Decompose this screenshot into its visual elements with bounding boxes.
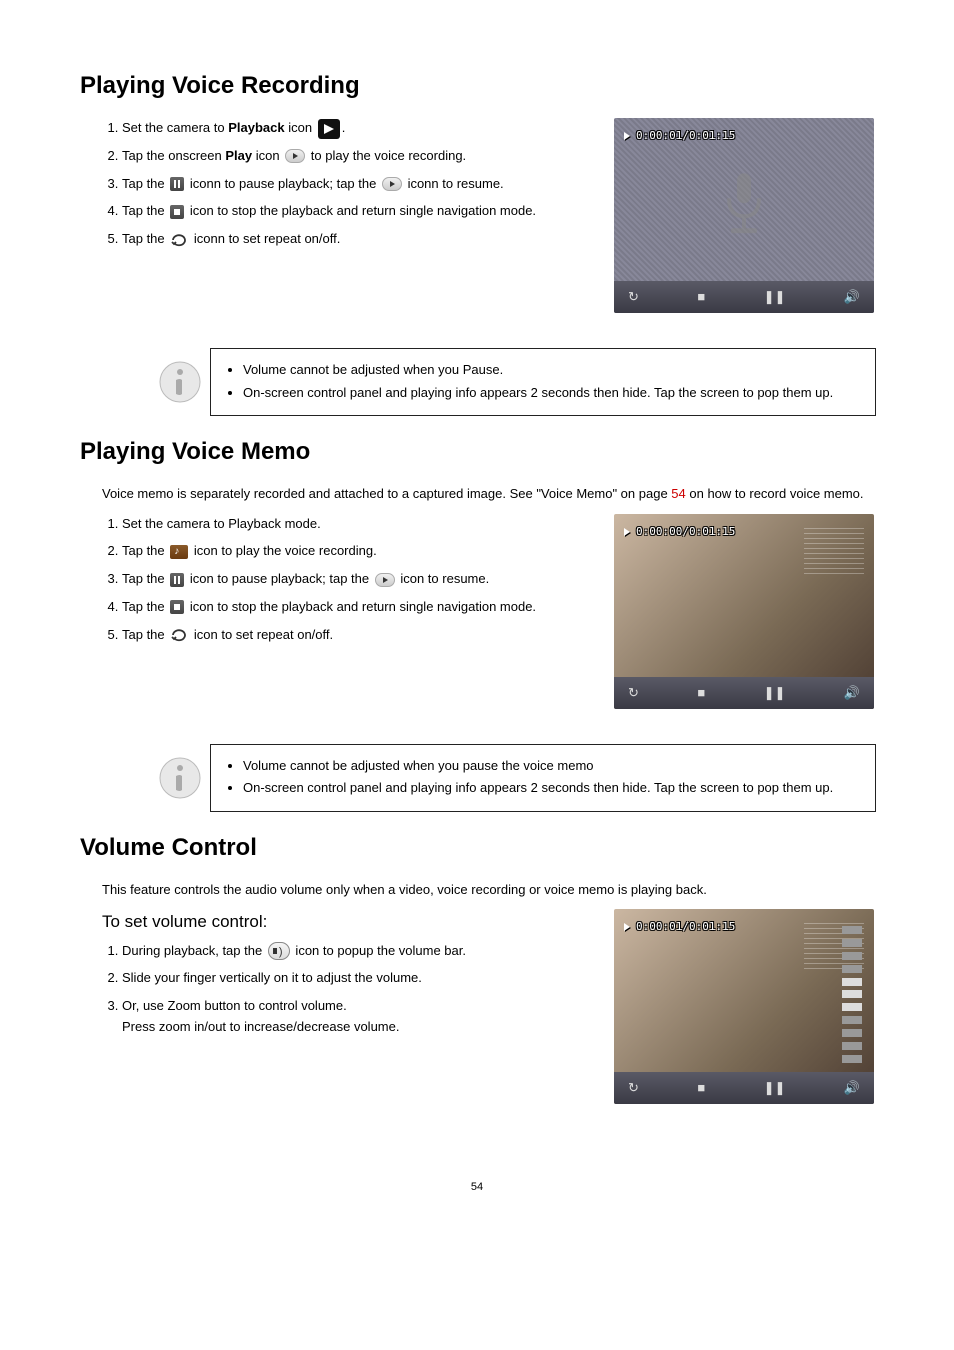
repeat-icon: ↻	[628, 287, 639, 307]
page-link[interactable]: 54	[671, 486, 685, 501]
heading-volume-control: Volume Control	[80, 830, 874, 866]
step-4: Tap the icon to stop the playback and re…	[122, 597, 572, 618]
playback-time: 0:00:01/0:01:15	[624, 919, 735, 936]
step-3: Tap the icon to pause playback; tap the …	[122, 569, 572, 590]
stop-icon: ■	[697, 1078, 705, 1098]
play-icon	[382, 177, 402, 191]
screenshot-voice-memo: 0:00:00/0:01:15 ↻ ■ ❚❚ 🔊	[614, 514, 874, 709]
stop-icon	[170, 600, 184, 614]
step-2: Tap the icon to play the voice recording…	[122, 541, 572, 562]
note-voice-recording: Volume cannot be adjusted when you Pause…	[150, 348, 876, 416]
steps-voice-memo: Set the camera to Playback mode. Tap the…	[102, 514, 572, 646]
volume-slider	[842, 921, 862, 1068]
screenshot-voice-recording: 0:00:01/0:01:15 ↻ ■ ❚❚ 🔊	[614, 118, 874, 313]
pause-icon	[170, 177, 184, 191]
microphone-graphic-icon	[719, 168, 769, 244]
step-1: During playback, tap the icon to popup t…	[122, 941, 572, 962]
heading-voice-memo: Playing Voice Memo	[80, 434, 874, 470]
info-icon	[150, 744, 210, 812]
screenshot-volume-control: 0:00:01/0:01:15 ↻ ■ ❚❚ 🔊	[614, 909, 874, 1104]
volume-icon: 🔊	[844, 287, 860, 307]
note-voice-memo: Volume cannot be adjusted when you pause…	[150, 744, 876, 812]
playback-mode-icon	[318, 119, 340, 139]
step-4: Tap the icon to stop the playback and re…	[122, 201, 562, 222]
step-2: Tap the onscreen Play icon to play the v…	[122, 146, 562, 167]
step-1: Set the camera to Playback mode.	[122, 514, 572, 535]
step-3: Tap the iconn to pause playback; tap the…	[122, 174, 562, 195]
note-item: On-screen control panel and playing info…	[243, 383, 861, 403]
intro-voice-memo: Voice memo is separately recorded and at…	[102, 484, 874, 504]
repeat-icon	[170, 233, 188, 247]
intro-volume-control: This feature controls the audio volume o…	[102, 880, 874, 900]
stop-icon	[170, 205, 184, 219]
note-item: Volume cannot be adjusted when you Pause…	[243, 360, 861, 380]
repeat-icon: ↻	[628, 683, 639, 703]
pause-icon	[170, 573, 184, 587]
repeat-icon	[170, 628, 188, 642]
step-5: Tap the iconn to set repeat on/off.	[122, 229, 562, 250]
pause-icon: ❚❚	[764, 1078, 786, 1098]
step-5: Tap the icon to set repeat on/off.	[122, 625, 572, 646]
page-number: 54	[80, 1179, 874, 1196]
play-icon	[285, 149, 305, 163]
playback-time: 0:00:01/0:01:15	[624, 128, 735, 145]
play-icon	[375, 573, 395, 587]
repeat-icon: ↻	[628, 1078, 639, 1098]
volume-icon: 🔊	[844, 683, 860, 703]
step-3: Or, use Zoom button to control volume. P…	[122, 996, 572, 1038]
pause-icon: ❚❚	[764, 683, 786, 703]
note-item: Volume cannot be adjusted when you pause…	[243, 756, 861, 776]
note-item: On-screen control panel and playing info…	[243, 778, 861, 798]
volume-icon	[268, 942, 290, 960]
voice-memo-icon	[170, 545, 188, 559]
steps-volume-control: During playback, tap the icon to popup t…	[102, 941, 572, 1038]
stop-icon: ■	[697, 683, 705, 703]
step-2: Slide your finger vertically on it to ad…	[122, 968, 572, 989]
stop-icon: ■	[697, 287, 705, 307]
pause-icon: ❚❚	[764, 287, 786, 307]
heading-voice-recording: Playing Voice Recording	[80, 68, 874, 104]
steps-voice-recording: Set the camera to Playback icon . Tap th…	[102, 118, 562, 250]
playback-time: 0:00:00/0:01:15	[624, 524, 735, 541]
step-1: Set the camera to Playback icon .	[122, 118, 562, 139]
info-icon	[150, 348, 210, 416]
volume-icon: 🔊	[844, 1078, 860, 1098]
